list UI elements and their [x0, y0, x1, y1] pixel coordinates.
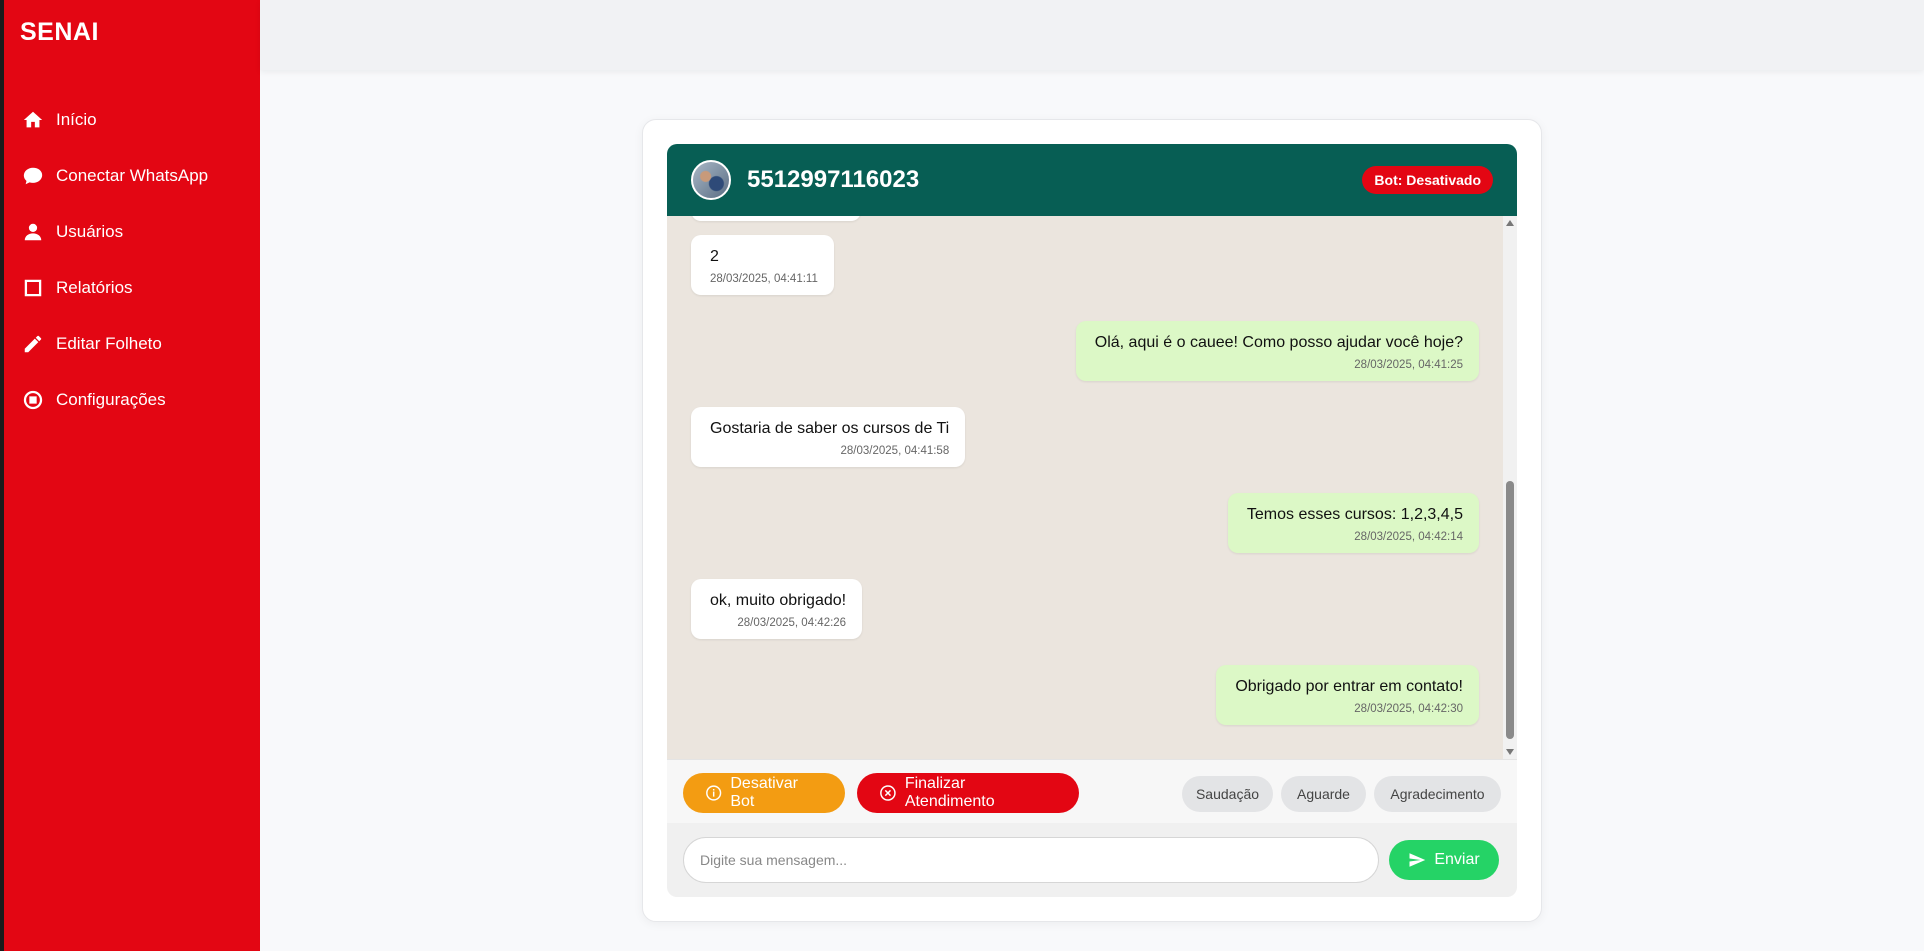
info-circle-icon	[706, 785, 722, 801]
message-timestamp: 28/03/2025, 04:42:14	[1354, 531, 1463, 543]
message-bubble-outgoing: Obrigado por entrar em contato! 28/03/20…	[1216, 665, 1479, 725]
sidebar-item-editar-folheto[interactable]: Editar Folheto	[22, 316, 252, 372]
send-icon	[1409, 853, 1426, 867]
message-list[interactable]: 2 28/03/2025, 04:41:11 Olá, aqui é o cau…	[667, 216, 1503, 759]
sidebar-item-label: Relatórios	[56, 278, 133, 297]
send-button[interactable]: Enviar	[1389, 840, 1499, 880]
message-bubble-incoming: Gostaria de saber os cursos de Ti 28/03/…	[691, 407, 966, 467]
message-text: Obrigado por entrar em contato!	[1235, 678, 1463, 695]
sidebar-item-label: Conectar WhatsApp	[56, 166, 209, 185]
scroll-down-arrow-icon[interactable]	[1506, 749, 1514, 755]
deactivate-bot-label: Desativar Bot	[730, 775, 798, 810]
scroll-thumb[interactable]	[1506, 481, 1514, 739]
sidebar-nav: Início Conectar WhatsApp Usuários Relató…	[22, 92, 252, 428]
message-bubble-outgoing: Temos esses cursos: 1,2,3,4,5 28/03/2025…	[1227, 493, 1479, 553]
composer-bar: Enviar	[667, 823, 1517, 897]
sidebar-item-usuarios[interactable]: Usuários	[22, 204, 252, 260]
message-timestamp: 28/03/2025, 04:42:30	[1354, 703, 1463, 715]
sidebar-item-configuracoes[interactable]: Configurações	[22, 372, 252, 428]
message-bubble-incoming: ok, muito obrigado! 28/03/2025, 04:42:26	[691, 579, 863, 639]
chat-bubble-icon	[22, 165, 44, 187]
sidebar-item-inicio[interactable]: Início	[22, 92, 252, 148]
sidebar-item-label: Usuários	[56, 222, 124, 241]
end-service-label: Finalizar Atendimento	[904, 775, 995, 810]
brand-logo[interactable]: SENAI	[20, 18, 99, 47]
contact-avatar[interactable]	[691, 160, 731, 200]
message-bubble-incoming: 2 28/03/2025, 04:41:11	[691, 235, 834, 295]
sidebar-item-label: Início	[56, 110, 97, 129]
message-scrollbar[interactable]	[1503, 216, 1517, 759]
message-text: Olá, aqui é o cauee! Como posso ajudar v…	[1094, 334, 1463, 351]
message-bubble-outgoing: Olá, aqui é o cauee! Como posso ajudar v…	[1075, 321, 1479, 381]
message-timestamp: 28/03/2025, 04:41:25	[1354, 359, 1463, 371]
sidebar-item-label: Configurações	[56, 390, 166, 409]
user-icon	[22, 221, 44, 243]
scroll-up-arrow-icon[interactable]	[1506, 220, 1514, 226]
sidebar-item-conectar-whatsapp[interactable]: Conectar WhatsApp	[22, 148, 252, 204]
message-timestamp: 28/03/2025, 04:42:26	[737, 617, 847, 629]
quick-reply-saudacao[interactable]: Saudação	[1182, 776, 1273, 812]
chat-header: 5512997116023 Bot: Desativado	[667, 144, 1517, 216]
sidebar-item-label: Editar Folheto	[56, 334, 162, 353]
quick-reply-aguarde[interactable]: Aguarde	[1281, 776, 1366, 812]
top-bar	[260, 0, 1924, 70]
message-timestamp: 28/03/2025, 04:41:11	[710, 273, 818, 285]
settings-icon	[22, 389, 44, 411]
message-text: 2	[710, 248, 719, 265]
pencil-icon	[22, 333, 44, 355]
contact-number: 5512997116023	[747, 166, 920, 193]
message-timestamp: 28/03/2025, 04:41:58	[840, 445, 950, 457]
message-text: Temos esses cursos: 1,2,3,4,5	[1246, 506, 1463, 523]
bot-status-badge: Bot: Desativado	[1362, 166, 1493, 194]
end-service-button[interactable]: Finalizar Atendimento	[857, 773, 1079, 813]
message-text: ok, muito obrigado!	[710, 592, 847, 609]
send-label: Enviar	[1434, 851, 1480, 868]
sidebar-item-relatorios[interactable]: Relatórios	[22, 260, 252, 316]
deactivate-bot-button[interactable]: Desativar Bot	[683, 773, 845, 813]
message-input[interactable]	[683, 837, 1379, 883]
report-icon	[22, 277, 44, 299]
quick-reply-agradecimento[interactable]: Agradecimento	[1374, 776, 1501, 812]
sidebar: SENAI Início Conectar WhatsApp Usuários …	[0, 0, 260, 951]
message-bubble-partial	[691, 216, 861, 221]
home-icon	[22, 109, 44, 131]
close-circle-icon	[880, 785, 896, 801]
message-text: Gostaria de saber os cursos de Ti	[710, 420, 950, 437]
action-bar: Desativar Bot Finalizar Atendimento Saud…	[667, 759, 1517, 823]
chat-card: 5512997116023 Bot: Desativado 2 28/03/20…	[642, 119, 1542, 922]
